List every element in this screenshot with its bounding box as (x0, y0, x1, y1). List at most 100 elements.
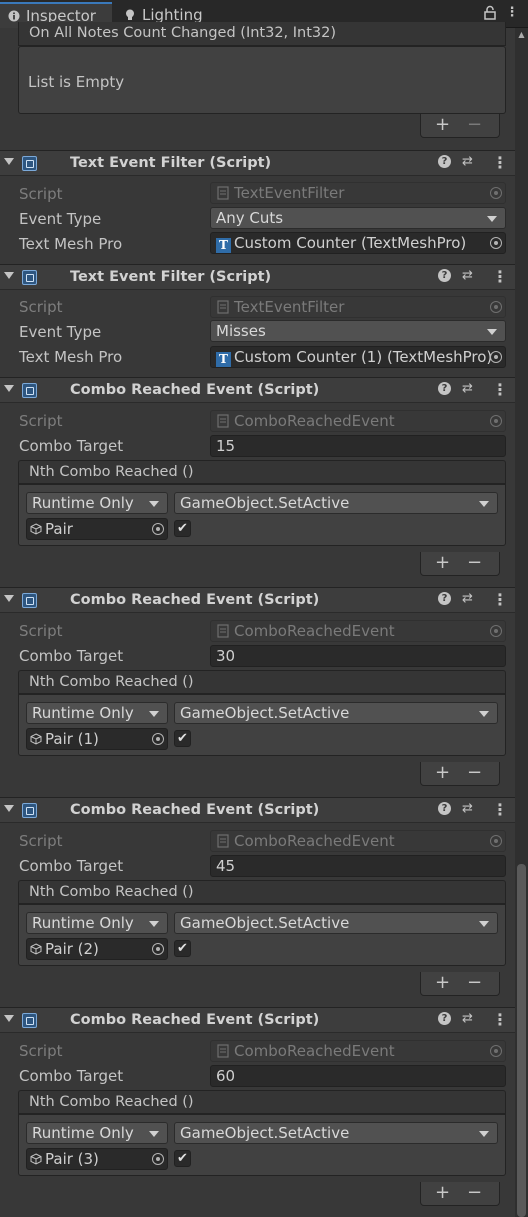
script-name: ComboReachedEvent (234, 1042, 395, 1060)
object-picker-icon (490, 625, 502, 637)
component-menu-icon[interactable]: ⋮ (492, 267, 508, 286)
remove-button[interactable]: − (467, 114, 482, 135)
foldout-arrow-icon[interactable] (4, 805, 14, 812)
foldout-arrow-icon[interactable] (4, 1015, 14, 1022)
combo-target-field[interactable]: 30 (210, 645, 506, 667)
runtime-dropdown[interactable]: Runtime Only (26, 702, 168, 724)
runtime-value: Runtime Only (32, 1124, 134, 1142)
runtime-dropdown[interactable]: Runtime Only (26, 492, 168, 514)
enabled-checkbox[interactable]: ✔ (174, 1150, 191, 1167)
scrollbar-thumb[interactable] (517, 864, 526, 1217)
help-icon[interactable]: ? (438, 382, 451, 395)
event-type-dropdown[interactable]: Any Cuts (210, 207, 506, 229)
help-icon[interactable]: ? (438, 269, 451, 282)
enabled-checkbox[interactable]: ✔ (174, 730, 191, 747)
event-type-value: Any Cuts (216, 209, 284, 227)
lightbulb-icon (126, 9, 134, 20)
preset-icon[interactable]: ⇄ (462, 1011, 473, 1026)
component-header[interactable]: Text Event Filter (Script) ? ⇄ ⋮ (0, 264, 515, 290)
function-dropdown[interactable]: GameObject.SetActive (174, 1122, 498, 1144)
scroll-up-icon[interactable]: ▲ (517, 30, 526, 40)
object-picker-icon[interactable] (152, 523, 164, 535)
help-icon[interactable]: ? (438, 155, 451, 168)
dropdown-arrow-icon (149, 711, 159, 717)
object-picker-icon (490, 301, 502, 313)
script-label: Script (19, 412, 63, 430)
text-mesh-pro-field[interactable]: T Custom Counter (TextMeshPro) (210, 232, 506, 254)
object-picker-icon[interactable] (152, 1153, 164, 1165)
help-icon[interactable]: ? (438, 802, 451, 815)
script-label: Script (19, 832, 63, 850)
lock-icon[interactable] (482, 5, 498, 21)
combo-target-field[interactable]: 45 (210, 855, 506, 877)
component-header[interactable]: Combo Reached Event (Script) ? ⇄ ⋮ (0, 587, 515, 613)
combo-target-field[interactable]: 15 (210, 435, 506, 457)
enabled-checkbox[interactable]: ✔ (174, 940, 191, 957)
component-header[interactable]: Combo Reached Event (Script) ? ⇄ ⋮ (0, 1007, 515, 1033)
dropdown-arrow-icon (479, 711, 489, 717)
add-button[interactable]: + (435, 1182, 450, 1203)
remove-button[interactable]: − (467, 552, 482, 573)
foldout-arrow-icon[interactable] (4, 595, 14, 602)
remove-button[interactable]: − (467, 1182, 482, 1203)
object-picker-icon[interactable] (152, 943, 164, 955)
preset-icon[interactable]: ⇄ (462, 154, 473, 169)
remove-button[interactable]: − (467, 972, 482, 993)
remove-button[interactable]: − (467, 762, 482, 783)
event-list-box: Runtime Only GameObject.SetActive Pair (… (18, 904, 506, 966)
runtime-dropdown[interactable]: Runtime Only (26, 1122, 168, 1144)
list-empty-text: List is Empty (28, 73, 125, 91)
enabled-checkbox[interactable]: ✔ (174, 520, 191, 537)
add-button[interactable]: + (435, 552, 450, 573)
tab-menu-icon[interactable]: ⋮ (504, 5, 520, 21)
script-field: ComboReachedEvent (210, 620, 506, 642)
script-component-icon (22, 156, 37, 171)
event-type-value: Misses (216, 322, 266, 340)
component-header[interactable]: Text Event Filter (Script) ? ⇄ ⋮ (0, 150, 515, 176)
script-label: Script (19, 1042, 63, 1060)
target-object-field[interactable]: Pair (2) (26, 938, 168, 960)
component-menu-icon[interactable]: ⋮ (492, 590, 508, 609)
script-file-icon (217, 414, 229, 428)
component-menu-icon[interactable]: ⋮ (492, 380, 508, 399)
preset-icon[interactable]: ⇄ (462, 591, 473, 606)
component-header[interactable]: Combo Reached Event (Script) ? ⇄ ⋮ (0, 797, 515, 823)
preset-icon[interactable]: ⇄ (462, 801, 473, 816)
foldout-arrow-icon[interactable] (4, 158, 14, 165)
function-dropdown[interactable]: GameObject.SetActive (174, 492, 498, 514)
event-header-label: Nth Combo Reached () (29, 674, 194, 690)
event-type-dropdown[interactable]: Misses (210, 320, 506, 342)
foldout-arrow-icon[interactable] (4, 385, 14, 392)
help-icon[interactable]: ? (438, 592, 451, 605)
add-button[interactable]: + (435, 972, 450, 993)
add-button[interactable]: + (435, 762, 450, 783)
script-label: Script (19, 298, 63, 316)
combo-target-field[interactable]: 60 (210, 1065, 506, 1087)
component-title: Combo Reached Event (Script) (70, 592, 320, 608)
target-object-field[interactable]: Pair (1) (26, 728, 168, 750)
dropdown-arrow-icon (487, 329, 497, 335)
preset-icon[interactable]: ⇄ (462, 268, 473, 283)
function-dropdown[interactable]: GameObject.SetActive (174, 912, 498, 934)
runtime-dropdown[interactable]: Runtime Only (26, 912, 168, 934)
component-menu-icon[interactable]: ⋮ (492, 1010, 508, 1029)
component-menu-icon[interactable]: ⋮ (492, 800, 508, 819)
dropdown-arrow-icon (149, 501, 159, 507)
add-button[interactable]: + (435, 114, 450, 135)
component-menu-icon[interactable]: ⋮ (492, 153, 508, 172)
script-name: ComboReachedEvent (234, 622, 395, 640)
object-picker-icon[interactable] (490, 351, 502, 363)
event-header-label: Nth Combo Reached () (29, 884, 194, 900)
script-field: TextEventFilter (210, 296, 506, 318)
target-object-field[interactable]: Pair (3) (26, 1148, 168, 1170)
foldout-arrow-icon[interactable] (4, 272, 14, 279)
text-mesh-pro-field[interactable]: T Custom Counter (1) (TextMeshPro) (210, 346, 506, 368)
target-object-field[interactable]: Pair (26, 518, 168, 540)
object-picker-icon[interactable] (152, 733, 164, 745)
component-header[interactable]: Combo Reached Event (Script) ? ⇄ ⋮ (0, 377, 515, 403)
function-dropdown[interactable]: GameObject.SetActive (174, 702, 498, 724)
event-header-label: Nth Combo Reached () (29, 464, 194, 480)
preset-icon[interactable]: ⇄ (462, 381, 473, 396)
object-picker-icon[interactable] (490, 237, 502, 249)
help-icon[interactable]: ? (438, 1012, 451, 1025)
